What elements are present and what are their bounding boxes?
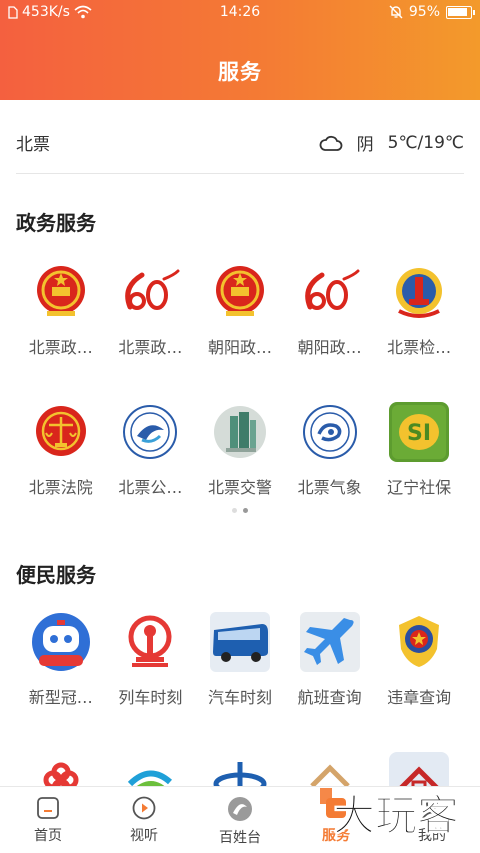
section-title-gov: 政务服务 xyxy=(16,211,96,235)
status-right: 95% xyxy=(389,4,475,20)
railway-logo-icon xyxy=(120,612,180,672)
police-emblem-icon xyxy=(389,612,449,672)
convenience-row-1: 新型冠… 列车时刻 汽车时刻 航班查询 违章查询 xyxy=(16,612,464,752)
section-title-convenience: 便民服务 xyxy=(16,563,96,587)
tab-label: 首页 xyxy=(34,828,62,844)
service-item[interactable]: 北票公… xyxy=(106,402,196,542)
service-item[interactable]: 列车时刻 xyxy=(106,612,196,752)
service-item[interactable]: 北票政… xyxy=(16,262,106,402)
service-label: 违章查询 xyxy=(387,688,452,707)
page-indicator xyxy=(0,508,480,513)
service-label: 汽车时刻 xyxy=(207,688,272,707)
watermark-logo: 大玩客 xyxy=(320,788,460,841)
header: 453K/s 14:26 95% 服务 xyxy=(0,0,480,100)
weather-info: 阴 5℃/19℃ xyxy=(319,130,464,155)
red-60-logo-icon xyxy=(300,262,360,322)
tab-label: 百姓台 xyxy=(219,830,261,846)
service-label: 列车时刻 xyxy=(118,688,183,707)
service-item[interactable]: 北票交警 xyxy=(195,402,285,542)
service-item[interactable]: 航班查询 xyxy=(285,612,375,752)
service-label: 辽宁社保 xyxy=(387,478,452,497)
cloud-icon xyxy=(319,135,343,151)
service-label: 航班查询 xyxy=(297,688,362,707)
service-label: 北票气象 xyxy=(297,478,362,497)
tab-community[interactable]: 百姓台 xyxy=(192,787,288,853)
procuratorate-emblem-icon xyxy=(389,262,449,322)
service-item[interactable]: 汽车时刻 xyxy=(195,612,285,752)
national-emblem-icon xyxy=(210,262,270,322)
bus-icon xyxy=(209,612,270,672)
service-label: 新型冠… xyxy=(28,688,93,707)
battery-icon xyxy=(446,5,475,19)
mute-bell-icon xyxy=(389,5,403,19)
page-title: 服务 xyxy=(218,60,262,84)
page-dot[interactable] xyxy=(232,508,237,513)
service-item[interactable]: 北票法院 xyxy=(16,402,106,542)
home-icon xyxy=(37,797,59,819)
service-item[interactable]: 违章查询 xyxy=(374,612,464,752)
service-item[interactable]: 北票政… xyxy=(106,262,196,402)
weather-city: 北票 xyxy=(16,135,50,155)
service-label: 朝阳政… xyxy=(207,338,272,357)
status-bar: 453K/s 14:26 95% xyxy=(0,0,480,26)
meteorology-logo-icon xyxy=(300,402,360,462)
service-item[interactable]: 北票检… xyxy=(374,262,464,402)
page-dot-active[interactable] xyxy=(243,508,248,513)
service-label: 北票法院 xyxy=(28,478,93,497)
traffic-police-icon xyxy=(210,402,270,462)
service-item[interactable]: 北票气象 xyxy=(285,402,375,542)
weather-temperature: 5℃/19℃ xyxy=(387,132,464,153)
airplane-icon xyxy=(299,612,360,672)
tab-media[interactable]: 视听 xyxy=(96,787,192,853)
tab-home[interactable]: 首页 xyxy=(0,787,96,853)
service-label: 北票检… xyxy=(387,338,452,357)
service-item[interactable]: SI 辽宁社保 xyxy=(374,402,464,542)
weather-condition: 阴 xyxy=(356,135,374,155)
service-label: 北票政… xyxy=(28,338,93,357)
red-60-logo-icon xyxy=(120,262,180,322)
service-label: 朝阳政… xyxy=(297,338,362,357)
service-label: 北票交警 xyxy=(207,478,272,497)
gov-services-grid: 北票政… 北票政… 朝阳政… 朝阳政… 北票检… 北票法院 北票公… 北票交警 … xyxy=(16,262,464,542)
gov-row-2: 北票法院 北票公… 北票交警 北票气象 SI 辽宁社保 xyxy=(16,402,464,542)
service-label: 北票公… xyxy=(118,478,183,497)
weather-bar[interactable]: 北票 阴 5℃/19℃ xyxy=(16,118,464,174)
public-security-badge-icon xyxy=(120,402,180,462)
robot-icon xyxy=(31,612,91,672)
tab-label: 视听 xyxy=(130,828,158,844)
play-icon xyxy=(132,796,156,820)
battery-percent: 95% xyxy=(408,4,440,20)
svg-text:SI: SI xyxy=(407,421,431,446)
service-item[interactable]: 朝阳政… xyxy=(195,262,285,402)
service-label: 北票政… xyxy=(118,338,183,357)
service-item[interactable]: 新型冠… xyxy=(16,612,106,752)
social-security-icon: SI xyxy=(389,402,450,462)
service-item[interactable]: 朝阳政… xyxy=(285,262,375,402)
national-emblem-icon xyxy=(31,262,91,322)
people-logo-icon xyxy=(228,797,252,821)
svg-text:大玩客: 大玩客 xyxy=(333,791,459,840)
court-emblem-icon xyxy=(31,402,91,462)
gov-row-1: 北票政… 北票政… 朝阳政… 朝阳政… 北票检… xyxy=(16,262,464,402)
